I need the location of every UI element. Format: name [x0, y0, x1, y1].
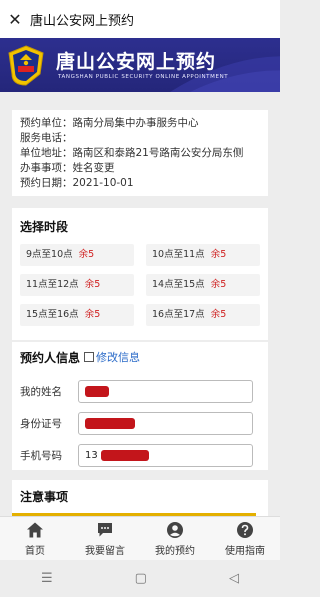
time-slot[interactable]: 15点至16点 余5	[20, 304, 134, 326]
slot-remaining: 余5	[84, 309, 101, 320]
slot-time: 14点至15点	[152, 279, 205, 290]
id-label: 身份证号	[20, 418, 62, 430]
info-address: 单位地址：路南区和泰路21号路南公安分局东侧	[20, 147, 244, 159]
redaction-mark	[85, 386, 109, 397]
name-input[interactable]	[78, 380, 253, 403]
banner: 唐山公安网上预约 TANGSHAN PUBLIC SECURITY ONLINE…	[0, 38, 280, 92]
info-matter: 办事事项：姓名变更	[20, 162, 115, 174]
time-slot-header: 选择时段	[20, 220, 69, 234]
applicant-header: 预约人信息	[20, 350, 81, 365]
notice-header: 注意事项	[20, 490, 69, 504]
slot-remaining: 余5	[78, 249, 95, 260]
notice-card: 注意事项	[12, 480, 268, 516]
name-field-row: 我的姓名	[20, 380, 253, 403]
menu-icon[interactable]: ☰	[41, 571, 53, 586]
banner-subtitle: TANGSHAN PUBLIC SECURITY ONLINE APPOINTM…	[58, 74, 229, 80]
modify-info-link[interactable]: 修改信息	[96, 349, 140, 365]
close-icon[interactable]: ✕	[0, 10, 30, 29]
slot-time: 15点至16点	[26, 309, 79, 320]
phone-input[interactable]: 13	[78, 444, 253, 467]
time-slot[interactable]: 14点至15点 余5	[146, 274, 260, 296]
help-icon	[237, 521, 253, 538]
tab-my-appointment[interactable]: 我的预约	[140, 517, 210, 560]
tab-label: 首页	[25, 545, 45, 557]
phone-label: 手机号码	[20, 450, 62, 462]
redaction-mark	[85, 418, 135, 429]
time-slot-card: 选择时段 9点至10点 余5 10点至11点 余5 11点至12点 余5 14点至15…	[12, 208, 268, 340]
modify-checkbox[interactable]	[84, 352, 95, 362]
app-title: 唐山公安网上预约	[30, 13, 135, 29]
slot-remaining: 余5	[210, 279, 227, 290]
chat-icon	[98, 522, 112, 536]
app-bar: ✕ 唐山公安网上预约	[0, 0, 280, 38]
phone-value: 13	[85, 450, 98, 461]
slot-remaining: 余5	[84, 279, 101, 290]
slot-time: 10点至11点	[152, 249, 205, 260]
info-date: 预约日期：2021-10-01	[20, 177, 134, 189]
redaction-mark	[101, 450, 149, 461]
info-unit: 预约单位：路南分局集中办事服务中心	[20, 117, 199, 129]
system-nav-bar: ☰ ▢ ◁	[0, 560, 280, 597]
info-phone: 服务电话：	[20, 132, 73, 144]
tab-message[interactable]: 我要留言	[70, 517, 140, 560]
applicant-card: 预约人信息 修改信息 我的姓名 身份证号 手机号码 13	[12, 342, 268, 470]
applicant-header-row: 预约人信息 修改信息	[20, 346, 260, 368]
tab-label: 我要留言	[85, 545, 125, 557]
time-slot[interactable]: 10点至11点 余5	[146, 244, 260, 266]
slot-remaining: 余5	[210, 249, 227, 260]
home-icon	[27, 522, 43, 537]
time-slot[interactable]: 16点至17点 余5	[146, 304, 260, 326]
tab-guide[interactable]: 使用指南	[210, 517, 280, 560]
banner-title: 唐山公安网上预约	[56, 51, 217, 73]
name-label: 我的姓名	[20, 386, 62, 398]
slot-time: 16点至17点	[152, 309, 205, 320]
home-square-icon[interactable]: ▢	[135, 571, 147, 586]
id-number-input[interactable]	[78, 412, 253, 435]
user-icon	[167, 521, 183, 538]
tab-home[interactable]: 首页	[0, 517, 70, 560]
back-icon[interactable]: ◁	[229, 571, 239, 586]
slot-time: 9点至10点	[26, 249, 73, 260]
id-field-row: 身份证号	[20, 412, 253, 435]
phone-field-row: 手机号码 13	[20, 444, 253, 467]
time-slot[interactable]: 11点至12点 余5	[20, 274, 134, 296]
tab-label: 我的预约	[155, 545, 195, 557]
tab-label: 使用指南	[225, 545, 265, 557]
time-slot[interactable]: 9点至10点 余5	[20, 244, 134, 266]
slot-time: 11点至12点	[26, 279, 79, 290]
police-emblem-icon	[8, 45, 44, 86]
appointment-info-card: 预约单位：路南分局集中办事服务中心 服务电话： 单位地址：路南区和泰路21号路南…	[12, 110, 268, 196]
bottom-tab-bar: 首页 我要留言 我的预约 使用指南	[0, 516, 280, 560]
slot-remaining: 余5	[210, 309, 227, 320]
